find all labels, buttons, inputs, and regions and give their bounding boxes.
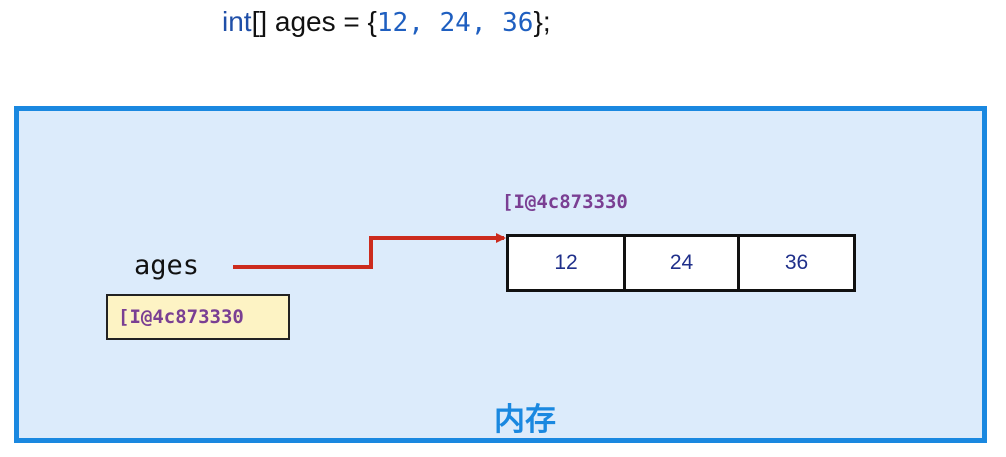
- variable-address-value: [I@4c873330: [106, 294, 290, 340]
- closing-brace: };: [533, 6, 551, 37]
- array-object: 12 24 36: [506, 234, 856, 292]
- array-cell: 36: [737, 234, 856, 292]
- array-cell: 12: [506, 234, 626, 292]
- array-literal-value: 24: [439, 8, 471, 38]
- memory-title: 内存: [494, 402, 556, 438]
- literal-separator: ,: [470, 8, 503, 38]
- array-literal-value: 12: [376, 8, 409, 38]
- array-cell: 24: [623, 234, 740, 292]
- declaration-text: [] ages = {: [251, 6, 377, 37]
- variable-name-label: ages: [134, 250, 200, 281]
- literal-separator: ,: [408, 8, 440, 38]
- type-keyword: int: [222, 6, 252, 37]
- array-literal-value: 36: [502, 8, 534, 38]
- array-address-label: [I@4c873330: [502, 191, 628, 213]
- code-statement: int[] ages = {12, 24, 36};: [222, 2, 551, 42]
